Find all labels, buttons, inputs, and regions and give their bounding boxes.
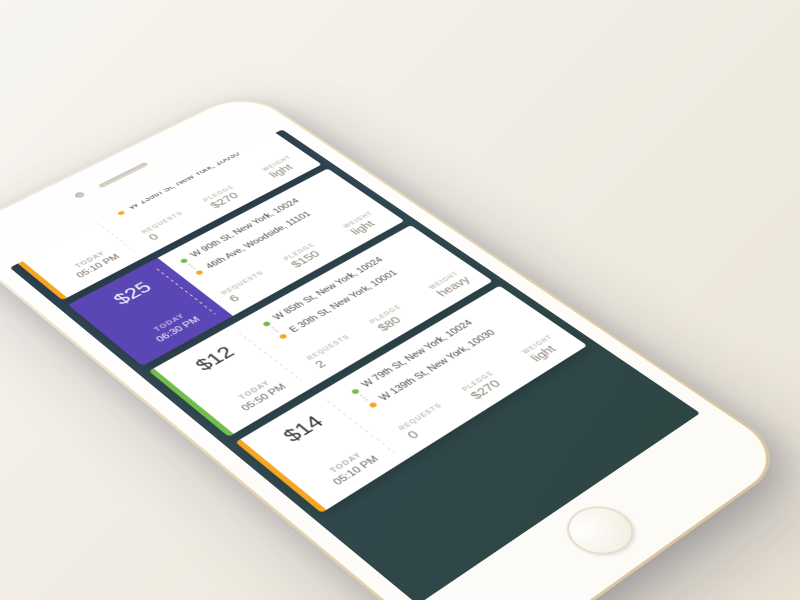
requests-value: 0 [404,407,457,441]
schedule: TODAY 05:50 PM [231,376,289,413]
weight-field: WEIGHT light [342,210,386,237]
pickup-dot-icon [350,388,360,395]
requests-field: REQUESTS 2 [305,334,363,371]
phone-camera [73,191,86,199]
weight-field: WEIGHT light [261,155,304,180]
card-accent [235,439,326,513]
requests-label: REQUESTS [305,334,351,362]
dropoff-dot-icon [278,333,288,339]
pledge-field: PLEDGE $270 [460,370,508,402]
route-dots-icon [108,204,119,211]
dropoff-dot-icon [194,269,203,275]
phone-speaker [98,162,149,188]
day-label: TODAY [322,447,370,478]
card-left-panel: $14 TODAY 05:10 PM [240,388,413,510]
price: $14 [279,412,330,446]
schedule: TODAY 05:10 PM [322,447,382,487]
pledge-field: PLEDGE $270 [202,184,246,210]
pickup-dot-icon [102,199,111,205]
card-meta: REQUESTS 0 PLEDGE $270 WEIGHT light [397,334,567,442]
schedule: TODAY 06:30 PM [146,309,202,344]
dropoff-dot-icon [116,210,125,216]
device-frame: $14 TODAY 05:10 PM W 79th St, New York, … [0,89,795,600]
pickup-dot-icon [179,258,188,264]
schedule: TODAY 05:10 PM [67,247,122,279]
divider [327,400,395,453]
weight-field: WEIGHT light [521,334,568,364]
requests-field: REQUESTS 6 [220,270,277,304]
weight-field: WEIGHT heavy [427,270,473,299]
weight-label: WEIGHT [521,334,555,356]
card-accent [149,368,234,436]
pledge-label: PLEDGE [460,370,496,393]
requests-label: REQUESTS [397,402,444,432]
home-button[interactable] [553,497,647,564]
pledge-field: PLEDGE $80 [368,304,415,334]
requests-field: REQUESTS 0 [140,210,195,242]
pledge-value: $270 [467,375,508,402]
dropoff-dot-icon [368,401,378,408]
requests-value: 2 [312,338,364,370]
price: $12 [191,343,240,375]
price: $14 [33,219,79,247]
day-label: TODAY [231,376,278,405]
requests-field: REQUESTS 0 [397,402,457,442]
pickup-dot-icon [262,320,272,326]
route-dots-icon [358,394,370,402]
price: $25 [109,279,157,309]
pledge-field: PLEDGE $150 [282,242,328,270]
time: 05:10 PM [330,454,381,488]
weight-value: light [528,338,568,364]
time: 05:50 PM [238,382,288,413]
